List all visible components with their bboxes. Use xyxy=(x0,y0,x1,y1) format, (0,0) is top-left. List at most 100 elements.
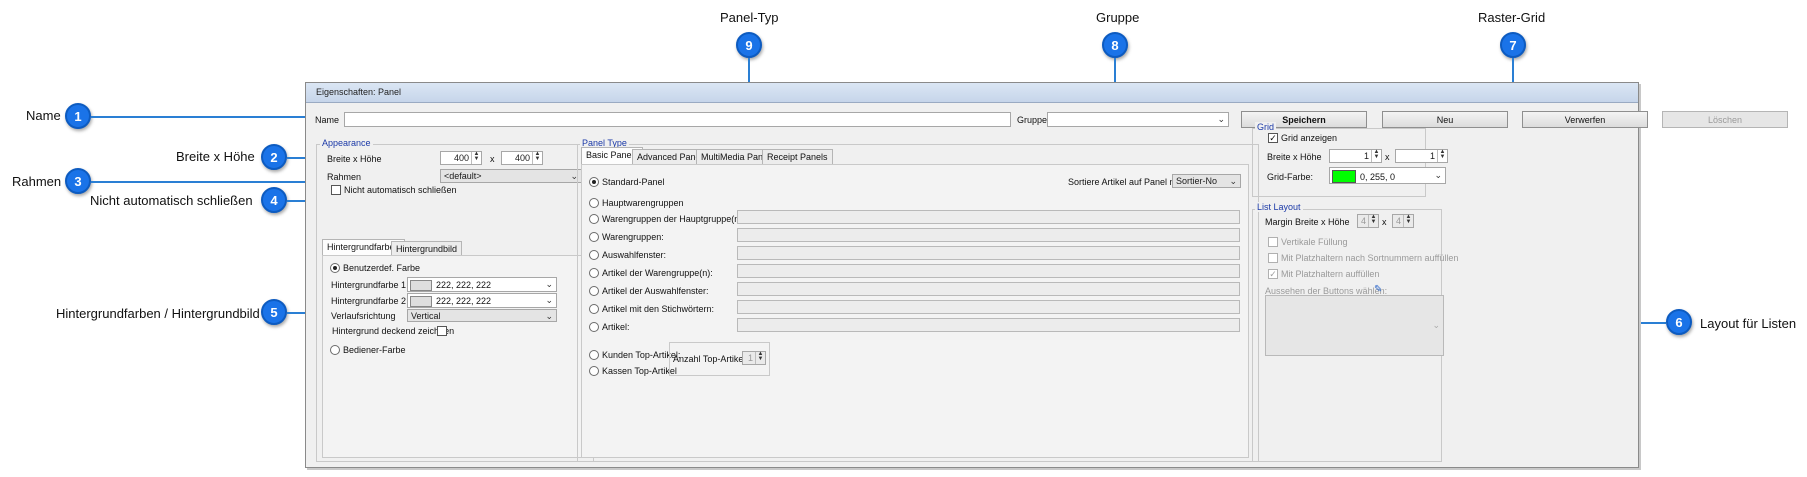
margin-width-stepper[interactable]: 4 ▲ ▼ xyxy=(1357,214,1379,228)
panel-type-articles-keywords-label: Artikel mit den Stichwörtern: xyxy=(602,304,715,314)
selection-window-field[interactable] xyxy=(737,246,1240,260)
color-swatch xyxy=(410,296,432,307)
stepper-arrows-icon[interactable]: ▲ ▼ xyxy=(1368,214,1378,227)
gruppe-select[interactable]: ⌄ xyxy=(1047,112,1229,127)
fill-by-sort-label: Mit Platzhaltern nach Sortnummern auffül… xyxy=(1281,253,1459,263)
frame-label: Rahmen xyxy=(327,172,362,182)
chevron-down-icon: ⌄ xyxy=(1229,176,1237,186)
custom-color-label: Benutzerdef. Farbe xyxy=(343,263,421,273)
fill-by-sort-checkbox[interactable] xyxy=(1268,253,1278,263)
callout-badge-9: 9 xyxy=(736,32,762,58)
gruppe-label: Gruppe xyxy=(1017,115,1048,125)
articles-keywords-field[interactable] xyxy=(737,300,1240,314)
operator-color-label: Bediener-Farbe xyxy=(343,345,406,355)
vertical-fill-checkbox[interactable] xyxy=(1268,237,1278,247)
panel-type-groups-label: Warengruppen: xyxy=(602,232,664,242)
color1-label: Hintergrundfarbe 1 xyxy=(331,280,407,290)
callout-badge-1: 1 xyxy=(65,103,91,129)
sort-label: Sortiere Artikel auf Panel nach xyxy=(1068,177,1190,187)
panel-type-groups-of-main-radio[interactable] xyxy=(589,214,599,224)
name-input[interactable] xyxy=(344,112,1011,127)
stepper-arrows-icon[interactable]: ▲ ▼ xyxy=(1371,149,1381,162)
callout-label-nicht-auto: Nicht automatisch schließen xyxy=(90,193,253,208)
no-autoclose-label: Nicht automatisch schließen xyxy=(344,185,457,195)
callout-label-raster-grid: Raster-Grid xyxy=(1478,10,1546,25)
panel-type-groups-of-main-label: Warengruppen der Hauptgruppe(n): xyxy=(602,214,745,224)
callout-label-hintergrund: Hintergrundfarben / Hintergrundbild xyxy=(56,306,260,321)
callout-label-layout-listen: Layout für Listen xyxy=(1700,316,1797,331)
properties-window: Eigenschaften: Panel Name Gruppe ⌄ Speic… xyxy=(305,82,1788,468)
callout-label-breite-hoehe: Breite x Höhe xyxy=(176,149,255,164)
callout-badge-7: 7 xyxy=(1500,32,1526,58)
panel-type-standard-label: Standard-Panel xyxy=(602,177,665,187)
panel-type-selection-window-label: Auswahlfenster: xyxy=(602,250,667,260)
top-count-label: Anzahl Top-Artikel xyxy=(673,354,746,364)
articles-of-group-field[interactable] xyxy=(737,264,1240,278)
panel-type-articles-of-selection-label: Artikel der Auswahlfenster: xyxy=(602,286,709,296)
gradient-select[interactable]: Vertical ⌄ xyxy=(407,309,557,322)
chevron-down-icon: ⌄ xyxy=(1217,114,1225,124)
grid-color-select[interactable]: 0, 255, 0 ⌄ xyxy=(1329,167,1446,184)
frame-select[interactable]: <default> ⌄ xyxy=(440,169,582,183)
color-swatch xyxy=(410,280,432,291)
new-button[interactable]: Neu xyxy=(1382,111,1508,128)
register-top-articles-radio[interactable] xyxy=(589,366,599,376)
color2-select[interactable]: 222, 222, 222 ⌄ xyxy=(407,293,557,308)
panel-type-articles-of-group-radio[interactable] xyxy=(589,268,599,278)
stepper-arrows-icon[interactable]: ▲ ▼ xyxy=(755,351,765,364)
brush-icon[interactable]: ✎ xyxy=(1374,284,1382,295)
button-look-list[interactable]: ⌄ xyxy=(1265,295,1444,356)
sort-select[interactable]: Sortier-No ⌄ xyxy=(1172,174,1241,188)
panel-type-articles-keywords-radio[interactable] xyxy=(589,304,599,314)
grid-size-label: Breite x Höhe xyxy=(1267,152,1322,162)
register-top-articles-label: Kassen Top-Artikel xyxy=(602,366,677,376)
stepper-arrows-icon[interactable]: ▲ ▼ xyxy=(471,151,481,164)
width-stepper[interactable]: 400 ▲ ▼ xyxy=(440,151,482,165)
tab-receipt-panels[interactable]: Receipt Panels xyxy=(762,149,833,164)
panel-type-main-groups-radio[interactable] xyxy=(589,198,599,208)
stepper-arrows-icon[interactable]: ▲ ▼ xyxy=(1403,214,1413,227)
grid-show-label: Grid anzeigen xyxy=(1281,133,1338,143)
window-title: Eigenschaften: Panel xyxy=(306,83,1638,103)
callout-badge-4: 4 xyxy=(261,187,287,213)
panel-type-articles-label: Artikel: xyxy=(602,322,630,332)
grid-size-x: x xyxy=(1385,152,1390,162)
list-layout-title: List Layout xyxy=(1255,202,1303,212)
name-label: Name xyxy=(315,115,340,125)
panel-type-articles-of-selection-radio[interactable] xyxy=(589,286,599,296)
groups-field[interactable] xyxy=(737,228,1240,242)
custom-color-radio[interactable] xyxy=(330,263,340,273)
height-stepper[interactable]: 400 ▲ ▼ xyxy=(501,151,543,165)
margin-height-stepper[interactable]: 4 ▲ ▼ xyxy=(1392,214,1414,228)
margin-label: Margin Breite x Höhe xyxy=(1265,217,1350,227)
panel-type-standard-radio[interactable] xyxy=(589,177,599,187)
color1-select[interactable]: 222, 222, 222 ⌄ xyxy=(407,277,557,292)
operator-color-radio[interactable] xyxy=(330,345,340,355)
top-count-stepper[interactable]: 1 ▲ ▼ xyxy=(742,351,766,365)
grid-width-stepper[interactable]: 1 ▲ ▼ xyxy=(1329,149,1382,163)
articles-of-selection-field[interactable] xyxy=(737,282,1240,296)
customer-top-articles-radio[interactable] xyxy=(589,350,599,360)
fill-placeholders-checkbox[interactable]: ✓ xyxy=(1268,269,1278,279)
stepper-arrows-icon[interactable]: ▲ ▼ xyxy=(532,151,542,164)
panel-type-articles-radio[interactable] xyxy=(589,322,599,332)
stepper-arrows-icon[interactable]: ▲ ▼ xyxy=(1437,149,1447,162)
callout-badge-5: 5 xyxy=(261,299,287,325)
chevron-down-icon: ⌄ xyxy=(545,295,553,305)
appearance-title: Appearance xyxy=(320,138,373,148)
callout-label-panel-typ: Panel-Typ xyxy=(720,10,779,25)
panel-type-groups-radio[interactable] xyxy=(589,232,599,242)
grid-show-checkbox[interactable]: ✓ xyxy=(1268,133,1278,143)
no-autoclose-checkbox[interactable] xyxy=(331,185,341,195)
tab-background-image[interactable]: Hintergrundbild xyxy=(391,241,463,256)
vertical-fill-label: Vertikale Füllung xyxy=(1281,237,1348,247)
callout-badge-6: 6 xyxy=(1666,309,1692,335)
discard-button[interactable]: Verwerfen xyxy=(1522,111,1648,128)
groups-of-main-field[interactable] xyxy=(737,210,1240,224)
grid-height-stepper[interactable]: 1 ▲ ▼ xyxy=(1395,149,1448,163)
articles-field[interactable] xyxy=(737,318,1240,332)
panel-type-selection-window-radio[interactable] xyxy=(589,250,599,260)
fill-placeholders-label: Mit Platzhaltern auffüllen xyxy=(1281,269,1380,279)
delete-button[interactable]: Löschen xyxy=(1662,111,1788,128)
opaque-checkbox[interactable] xyxy=(437,326,447,336)
